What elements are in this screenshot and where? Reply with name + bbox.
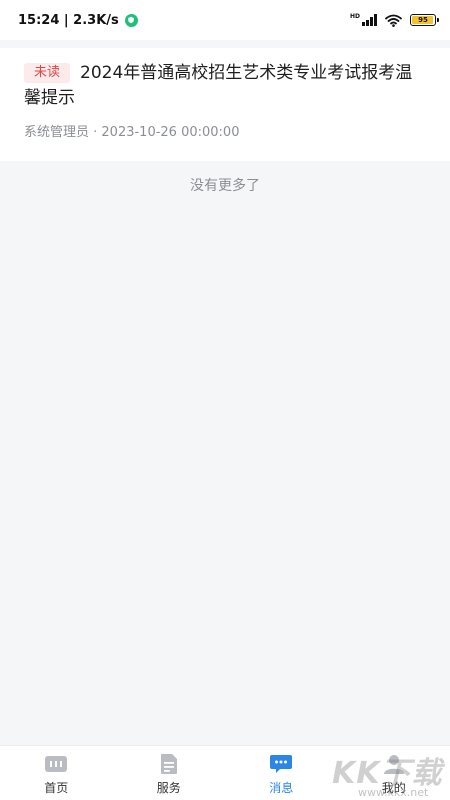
cellular-signal-icon: HD	[350, 14, 377, 26]
message-icon	[269, 753, 293, 775]
network-type-label: HD	[349, 13, 360, 20]
bottom-tab-bar: 首页 服务 消息 我的	[0, 745, 450, 800]
message-meta: 系统管理员 · 2023-10-26 00:00:00	[24, 125, 240, 140]
home-icon	[44, 753, 68, 775]
tab-home[interactable]: 首页	[0, 746, 113, 800]
tab-home-label: 首页	[44, 781, 69, 795]
tab-mine[interactable]: 我的	[338, 746, 450, 800]
security-shield-icon	[124, 13, 138, 27]
wifi-icon	[385, 14, 402, 27]
tab-mine-label: 我的	[381, 781, 406, 795]
list-end-text: 没有更多了	[190, 178, 260, 194]
battery-icon: 95	[410, 14, 439, 26]
status-right: HD 95	[350, 14, 439, 27]
unread-badge: 未读	[24, 63, 71, 83]
message-title: 2024年普通高校招生艺术类专业考试报考温馨提示	[24, 63, 413, 108]
message-title-line: 未读 2024年普通高校招生艺术类专业考试报考温馨提示	[24, 61, 426, 111]
status-left: 15:24 | 2.3K/s	[18, 13, 138, 28]
message-card[interactable]: 未读 2024年普通高校招生艺术类专业考试报考温馨提示 系统管理员 · 2023-…	[0, 48, 450, 161]
tab-messages[interactable]: 消息	[225, 746, 338, 800]
tab-service[interactable]: 服务	[113, 746, 226, 800]
tab-service-label: 服务	[156, 781, 181, 795]
document-icon	[157, 753, 181, 775]
status-bar: 15:24 | 2.3K/s HD 95	[0, 0, 450, 40]
tab-messages-label: 消息	[269, 781, 294, 795]
battery-level: 95	[418, 16, 428, 24]
status-time: 15:24 | 2.3K/s	[18, 12, 119, 28]
user-icon	[382, 753, 406, 775]
